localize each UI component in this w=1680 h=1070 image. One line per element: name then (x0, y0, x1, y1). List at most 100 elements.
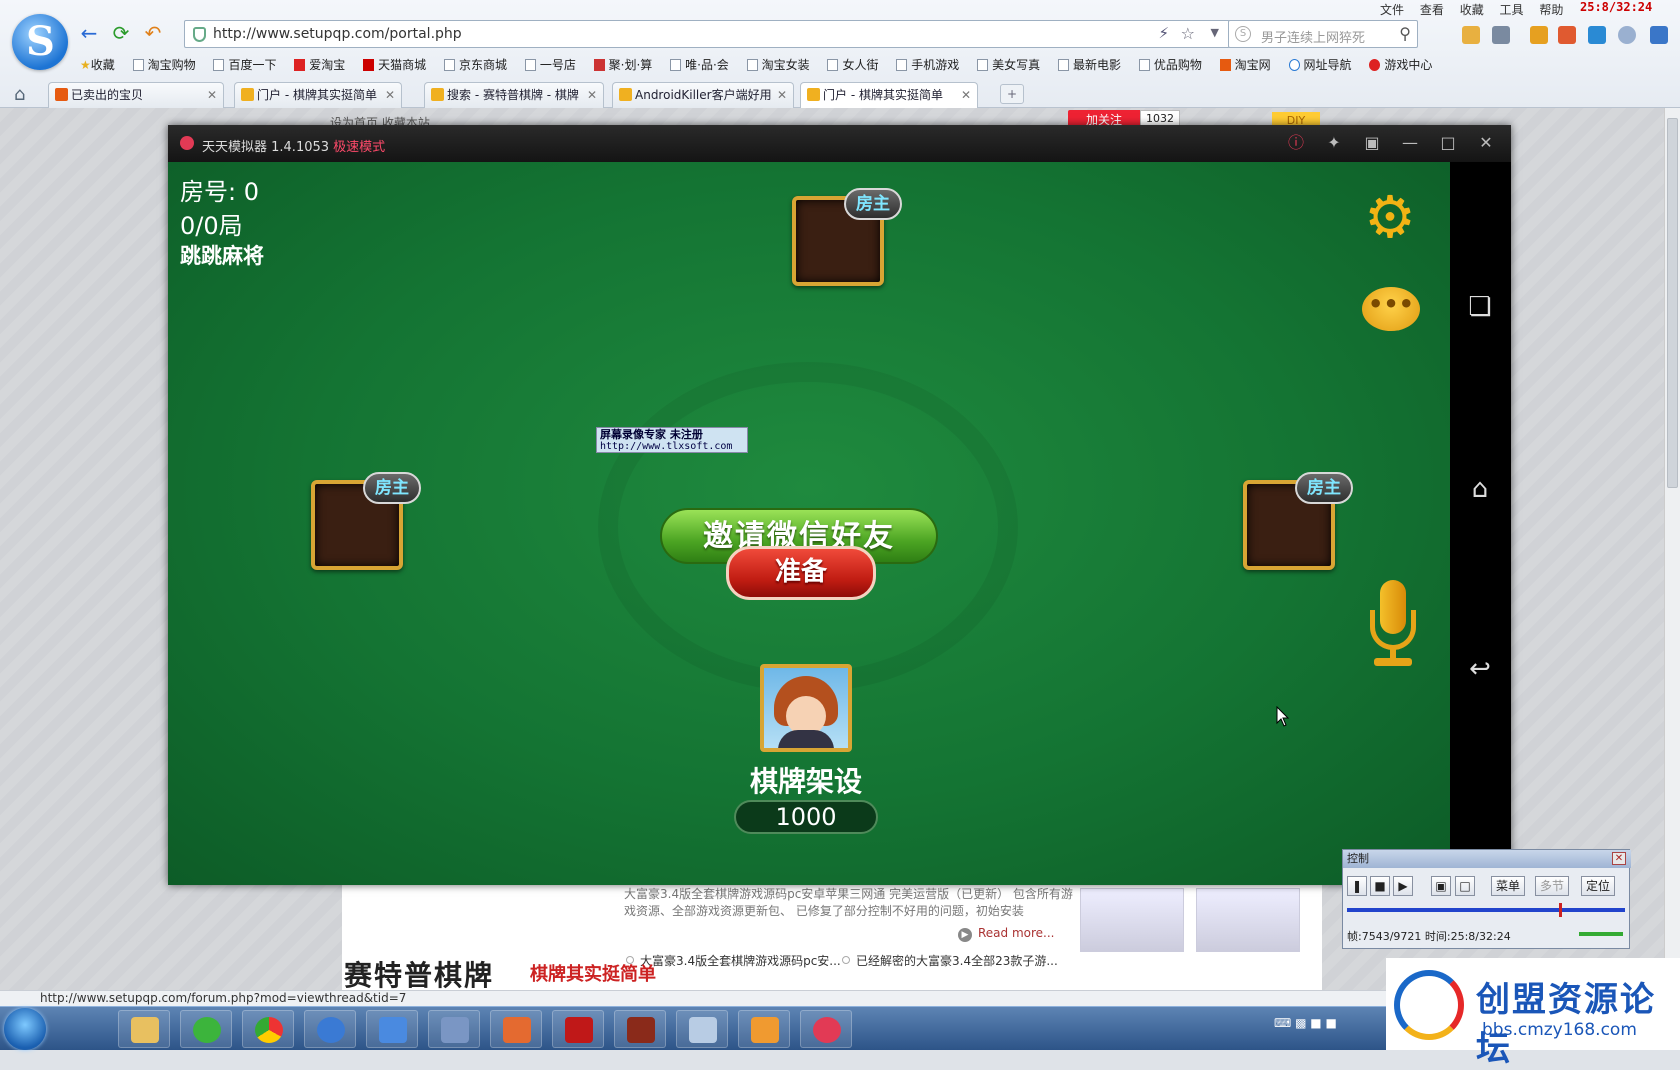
taskbar-network[interactable] (428, 1010, 480, 1048)
taskbar-notepad[interactable] (676, 1010, 728, 1048)
taskbar-sogou[interactable] (304, 1010, 356, 1048)
menu-tools[interactable]: 工具 (1500, 3, 1524, 17)
toolbar-translate-icon[interactable] (1588, 26, 1606, 44)
close-tab-icon[interactable]: ✕ (207, 83, 217, 107)
minimize-icon[interactable]: — (1400, 133, 1420, 153)
alert-icon[interactable]: ⓘ (1286, 133, 1306, 153)
tab-portal-1[interactable]: 门户 - 棋牌其实挺简单 ✕ (234, 82, 402, 108)
taskbar-explorer[interactable] (118, 1010, 170, 1048)
read-more-link[interactable]: ▶ Read more... (958, 926, 1055, 942)
tab-portal-active[interactable]: 门户 - 棋牌其实挺简单 ✕ (800, 82, 978, 108)
toolbar-key-icon[interactable] (1530, 26, 1548, 44)
pin-icon[interactable]: ✦ (1324, 133, 1344, 153)
bookmark-item[interactable]: 天猫商城 (363, 56, 426, 73)
bookmark-item[interactable]: 网址导航 (1288, 56, 1352, 73)
taskbar-ie[interactable] (180, 1010, 232, 1048)
news-item[interactable]: 已经解密的大富豪3.4全部23款子游... (842, 952, 1058, 969)
close-icon[interactable]: ✕ (1612, 852, 1626, 865)
toolbar-collect-icon[interactable] (1462, 26, 1480, 44)
toolbar-scissors-icon[interactable] (1492, 26, 1510, 44)
bookmark-item[interactable]: 淘宝购物 (132, 56, 196, 73)
taskbar-game[interactable] (614, 1010, 666, 1048)
address-dropdown-icon[interactable]: ▼ (1211, 26, 1219, 39)
taskbar-recorder[interactable] (490, 1010, 542, 1048)
ready-button[interactable]: 准备 (726, 546, 876, 600)
menu-button[interactable]: 菜单 (1491, 876, 1525, 896)
play-icon[interactable]: ▶ (1393, 876, 1413, 896)
volume-slider[interactable] (1579, 932, 1623, 936)
full-screen-icon[interactable]: □ (1455, 876, 1475, 896)
android-back-icon[interactable]: ↩ (1460, 654, 1500, 684)
bookmark-item[interactable]: 唯·品·会 (670, 56, 729, 73)
mic-icon[interactable] (1368, 580, 1418, 670)
close-tab-icon[interactable]: ✕ (777, 83, 787, 107)
close-tab-icon[interactable]: ✕ (587, 83, 597, 107)
taskbar-chrome[interactable] (242, 1010, 294, 1048)
star-icon[interactable]: ☆ (1181, 24, 1195, 43)
screenshot-icon[interactable]: ▣ (1362, 133, 1382, 153)
close-tab-icon[interactable]: ✕ (961, 83, 971, 107)
menu-file[interactable]: 文件 (1380, 3, 1404, 17)
playback-track[interactable] (1347, 908, 1625, 912)
download-icon[interactable] (1650, 26, 1668, 44)
bookmark-item[interactable]: 最新电影 (1057, 56, 1121, 73)
bookmark-item[interactable]: 百度一下 (213, 56, 276, 73)
bookmark-item[interactable]: 爱淘宝 (294, 56, 345, 73)
emulator-titlebar[interactable]: 天天模拟器 1.4.1053 极速模式 ⓘ ✦ ▣ — □ ✕ (168, 125, 1511, 162)
stop-icon[interactable]: ■ (1370, 876, 1390, 896)
tab-search[interactable]: 搜索 - 赛特普棋牌 - 棋牌 ✕ (424, 82, 604, 108)
taskbar-app[interactable] (366, 1010, 418, 1048)
news-item[interactable]: 大富豪3.4版全套棋牌游戏源码pc安... (626, 952, 841, 969)
new-tab-button[interactable]: + (1000, 84, 1024, 104)
menu-favorites[interactable]: 收藏 (1460, 3, 1484, 17)
address-bar[interactable]: http://www.setupqp.com/portal.php ⚡ ☆ ▼ (184, 20, 1230, 48)
home-icon[interactable]: ⌂ (14, 84, 25, 105)
news-thumbnail[interactable] (1196, 888, 1300, 952)
system-tray[interactable]: ⌨ ▩ ■ ■ (1274, 1016, 1337, 1030)
recents-icon[interactable]: ❏ (1460, 292, 1500, 322)
bookmark-item[interactable]: ★收藏 (80, 56, 115, 73)
gear-icon[interactable]: ⚙ (1364, 188, 1416, 246)
bookmark-item[interactable]: 聚·划·算 (593, 56, 652, 73)
speed-mode-icon[interactable]: ⚡ (1158, 24, 1169, 42)
bookmark-item[interactable]: 一号店 (524, 56, 576, 73)
playback-position-marker[interactable] (1559, 903, 1562, 917)
bookmark-item[interactable]: 美女写真 (977, 56, 1040, 73)
locate-button[interactable]: 定位 (1581, 876, 1615, 896)
multi-section-button[interactable]: 多节 (1535, 876, 1569, 896)
browser-logo-icon[interactable]: S (12, 14, 68, 70)
undo-icon[interactable]: ↶ (142, 22, 164, 44)
fit-screen-icon[interactable]: ▣ (1431, 876, 1451, 896)
bookmark-item[interactable]: 女人街 (827, 56, 878, 73)
news-thumbnail[interactable] (1080, 888, 1184, 952)
bookmark-item[interactable]: 手机游戏 (896, 56, 959, 73)
taskbar-m-app[interactable] (552, 1010, 604, 1048)
close-tab-icon[interactable]: ✕ (385, 83, 395, 107)
avatar[interactable] (760, 664, 852, 752)
bookmark-item[interactable]: 游戏中心 (1369, 56, 1432, 73)
bookmark-item[interactable]: 淘宝网 (1219, 56, 1271, 73)
android-home-icon[interactable]: ⌂ (1460, 474, 1500, 504)
taskbar-emulator[interactable] (800, 1010, 852, 1048)
search-engine-icon[interactable]: S (1235, 26, 1251, 42)
menu-help[interactable]: 帮助 (1539, 3, 1563, 17)
bookmark-item[interactable]: 淘宝女装 (746, 56, 810, 73)
search-box[interactable]: S 男子连续上网猝死 ⚲ (1228, 20, 1418, 48)
menu-view[interactable]: 查看 (1420, 3, 1444, 17)
taskbar-briefcase[interactable] (738, 1010, 790, 1048)
page-scrollbar[interactable] (1664, 108, 1680, 996)
refresh-icon[interactable]: ⟳ (110, 22, 132, 44)
toolbar-plugin-icon[interactable] (1558, 26, 1576, 44)
back-icon[interactable]: ← (78, 22, 100, 44)
bookmark-item[interactable]: 京东商城 (443, 56, 507, 73)
search-icon[interactable]: ⚲ (1399, 24, 1411, 43)
toolbar-more-icon[interactable] (1618, 26, 1636, 44)
chat-icon[interactable]: ••• (1362, 287, 1420, 331)
bookmark-item[interactable]: 优品购物 (1138, 56, 1202, 73)
pause-icon[interactable]: ❚ (1347, 876, 1367, 896)
tab-sold-items[interactable]: 已卖出的宝贝 ✕ (48, 82, 224, 108)
close-icon[interactable]: ✕ (1476, 133, 1496, 153)
maximize-icon[interactable]: □ (1438, 133, 1458, 153)
start-button[interactable] (4, 1008, 46, 1050)
scrollbar-thumb[interactable] (1667, 118, 1678, 488)
